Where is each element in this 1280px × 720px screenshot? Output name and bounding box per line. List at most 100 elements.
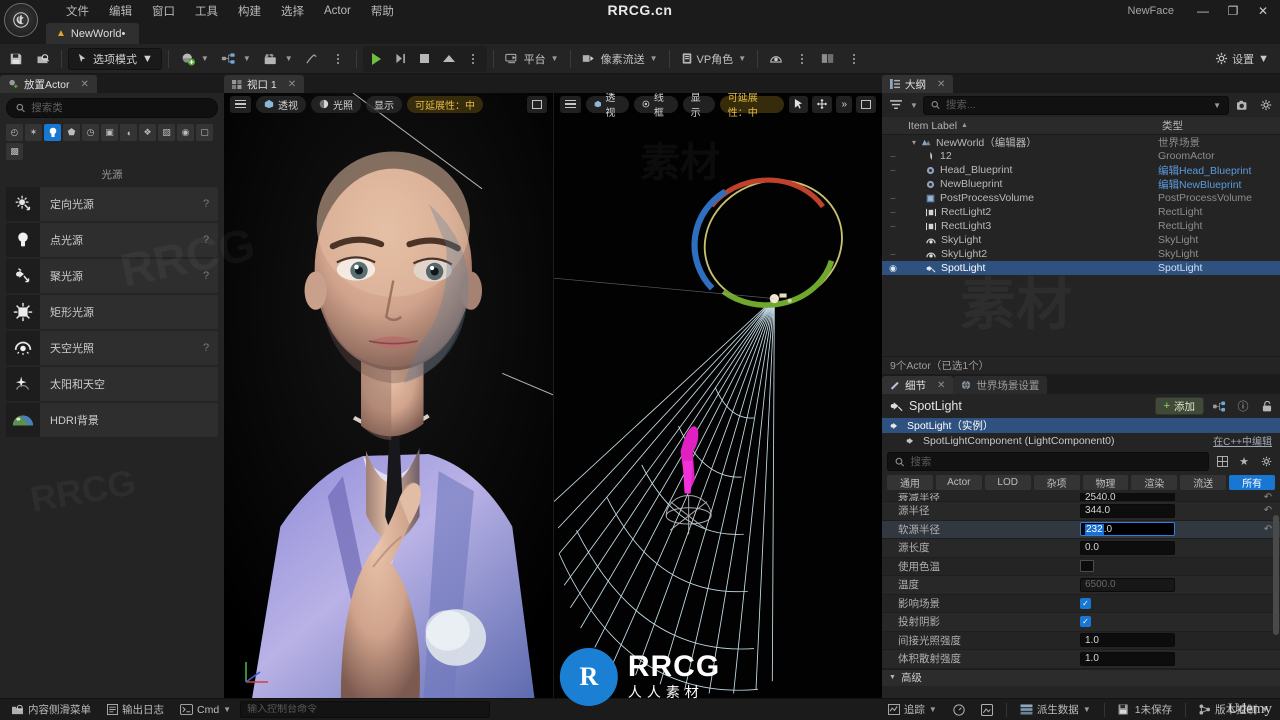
snapshot-icon[interactable] [974,701,1000,719]
play-button[interactable] [365,47,389,71]
shapes-icon[interactable]: ⬟ [63,124,80,141]
close-icon[interactable]: ✕ [937,380,945,391]
table-row[interactable]: ⌣ RectLight3 RectLight [882,219,1280,233]
close-icon[interactable]: ✕ [937,79,945,90]
property-row[interactable]: 投射阴影 ✓ [882,613,1280,632]
show-menu-button[interactable]: 显示 [366,95,402,113]
filter-chip-lod[interactable]: LOD [984,475,1031,490]
lit-mode-dropdown[interactable]: 光照 [311,95,361,113]
property-row[interactable]: 影响场景 ✓ [882,595,1280,613]
property-value-field[interactable]: 2540.0 [1080,493,1175,501]
help-icon[interactable]: ? [194,342,218,354]
trace-dropdown[interactable]: 追踪 ▼ [881,701,944,719]
output-log-button[interactable]: 输出日志 [100,701,171,719]
list-item[interactable]: 点光源 ? [6,223,218,257]
details-search-wrap[interactable] [887,452,1209,471]
derived-data-dropdown[interactable]: 派生数据 ▼ [1013,701,1098,719]
filter-chip-all[interactable]: 所有 [1229,475,1275,490]
list-item[interactable]: 聚光源 ? [6,259,218,293]
add-component-button[interactable]: + 添加 [1154,397,1204,415]
view-mode-dropdown[interactable]: 透视 [585,93,630,119]
viewport-lit-canvas[interactable]: 透视 光照 显示 可延展性：中 [224,93,553,698]
component-root-row[interactable]: SpotLight（实例） [882,418,1280,433]
table-row-type[interactable]: 编辑NewBlueprint [1158,177,1280,192]
maximize-viewport-button[interactable] [856,95,876,113]
list-item[interactable]: HDRI背景 [6,403,218,437]
tab-place-actors[interactable]: 放置Actor ✕ [0,75,97,93]
filter-chip-physics[interactable]: 物理 [1082,475,1129,490]
play-options-button[interactable] [461,47,485,71]
viewport-wireframe-canvas[interactable]: 透视 线框 显示 可延展性：中 » [553,93,882,698]
column-type[interactable]: 类型 [1158,118,1280,133]
content-drawer-button[interactable]: 内容侧滑菜单 [4,701,98,719]
more-categories-icon[interactable]: ▩ [6,143,23,160]
filter-chip-misc[interactable]: 杂项 [1033,475,1080,490]
visibility-icon[interactable]: ◉ [882,263,904,274]
viewport-menu-button[interactable] [559,95,581,113]
filter-icon[interactable] [887,96,905,114]
property-row-selected[interactable]: 软源半径 232.0 ↶ [882,520,1280,539]
blueprint-edit-icon[interactable] [1210,397,1228,415]
advanced-section-header[interactable]: ▼ 高级 [882,668,1280,686]
close-icon[interactable]: ✕ [288,79,296,90]
gear-icon[interactable] [1257,96,1275,114]
volumes-icon[interactable]: ❖ [139,124,156,141]
property-row[interactable]: 温度 6500.0 [882,576,1280,595]
lock-icon[interactable] [1258,397,1276,415]
toolbar-overflow-button[interactable] [326,47,350,71]
list-item[interactable]: 定向光源 ? [6,187,218,221]
move-tool-button[interactable] [812,95,833,113]
table-row[interactable]: ⌣ PostProcessVolume PostProcessVolume [882,191,1280,205]
expander-icon[interactable]: ⌣ [882,193,904,204]
cinematics-button[interactable]: ▼ [258,47,298,71]
menu-item-window[interactable]: 窗口 [142,1,185,21]
chevron-down-icon[interactable]: ▼ [1213,101,1221,110]
table-row[interactable]: NewBlueprint 编辑NewBlueprint [882,177,1280,191]
close-button[interactable]: ✕ [1248,0,1278,22]
expander-icon[interactable]: ⌣ [882,249,904,260]
help-icon[interactable]: ? [194,234,218,246]
unreal-logo-icon[interactable] [4,3,38,37]
property-row[interactable]: 间接光照强度 1.0 [882,632,1280,650]
scalability-warning[interactable]: 可延展性：中 [407,95,483,113]
search-input[interactable] [31,102,208,114]
menu-item-edit[interactable]: 编辑 [99,1,142,21]
all-classes-icon[interactable]: ▨ [158,124,175,141]
performance-icon[interactable] [946,701,972,719]
tab-world-settings[interactable]: 世界场景设置 [953,376,1048,394]
maximize-button[interactable]: ❐ [1218,0,1248,22]
settings-dropdown[interactable]: 设置 ▼ [1208,48,1276,70]
console-command-input[interactable] [247,704,484,715]
affects-world-checkbox[interactable]: ✓ [1080,597,1091,609]
viewport-menu-button[interactable] [230,95,251,113]
lighting-build-button[interactable] [764,47,788,71]
outliner-search-input[interactable] [945,99,1208,111]
gear-icon[interactable] [1257,453,1275,471]
cinematic-icon[interactable]: ◷ [82,124,99,141]
table-row[interactable]: SkyLight SkyLight [882,233,1280,247]
help-icon[interactable]: ? [194,270,218,282]
filter-chip-streaming[interactable]: 流送 [1180,475,1227,490]
menu-item-tools[interactable]: 工具 [185,1,228,21]
geometry-icon[interactable]: ◖ [120,124,137,141]
wireframe-mode-dropdown[interactable]: 线框 [634,93,678,119]
property-row[interactable]: 源长度 0.0 [882,539,1280,558]
property-row[interactable]: 体积散射强度 1.0 [882,650,1280,669]
minimize-button[interactable]: — [1188,0,1218,22]
lighting-options-button[interactable] [790,47,814,71]
filter-chip-actor[interactable]: Actor [935,475,982,490]
tab-viewport-1[interactable]: 视口 1 ✕ [224,75,305,93]
tab-outliner[interactable]: 大纲 ✕ [882,75,954,93]
media-icon[interactable]: ◉ [177,124,194,141]
edit-in-cpp-link[interactable]: 在C++中编辑 [1213,433,1272,448]
console-command-input-wrap[interactable] [240,701,491,718]
menu-item-help[interactable]: 帮助 [361,1,404,21]
property-row[interactable]: 源半径 344.0 ↶ [882,502,1280,521]
visual-effects-icon[interactable]: ▣ [101,124,118,141]
reset-icon[interactable]: ↶ [1260,493,1276,501]
stop-button[interactable] [413,47,437,71]
selection-mode-dropdown[interactable]: 选项模式 ▼ [68,47,162,70]
step-button[interactable] [389,47,413,71]
details-scrollbar[interactable] [1273,515,1279,635]
expander-icon[interactable]: ⌣ [882,207,904,218]
